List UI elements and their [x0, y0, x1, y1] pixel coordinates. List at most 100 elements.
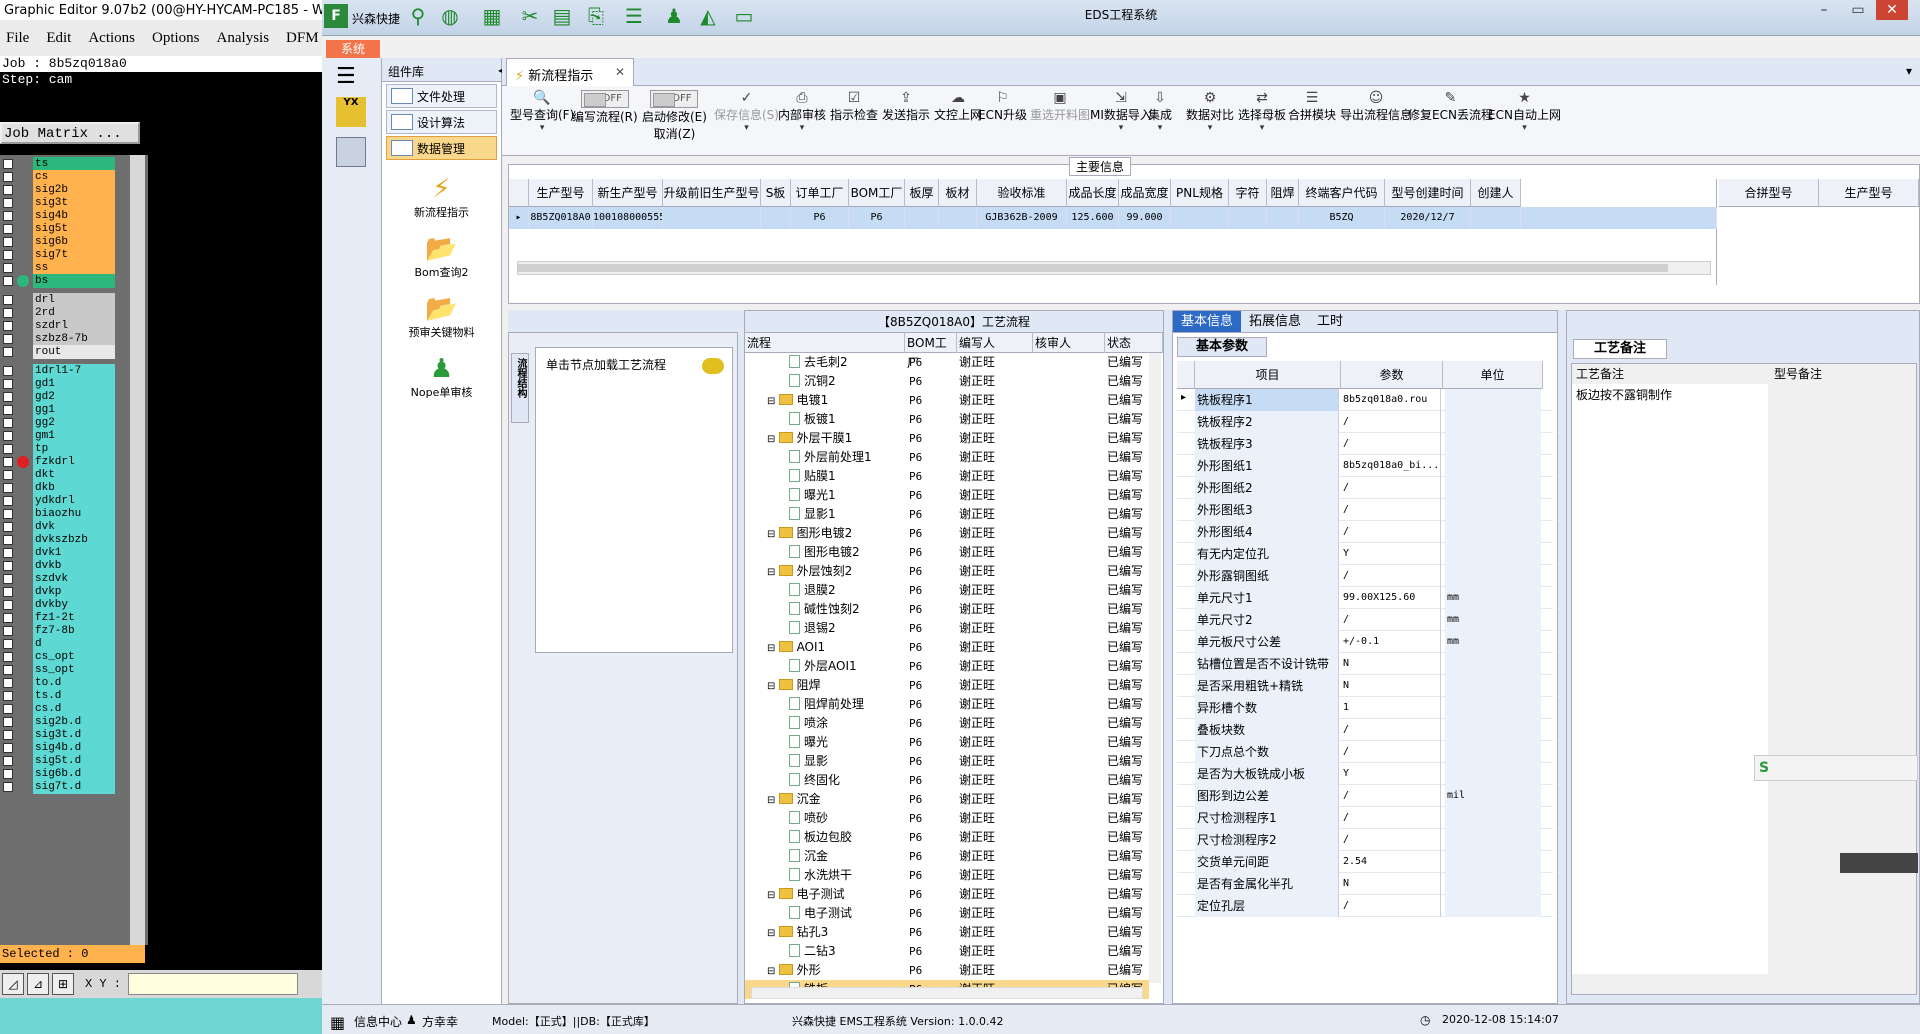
grid-cell[interactable]: 10010800055539 — [593, 207, 663, 229]
layer-row[interactable]: szdrl — [0, 319, 118, 333]
layer-name[interactable]: sig7t.d — [33, 780, 115, 794]
tree-node[interactable]: ⊟ 外层蚀刻2 — [767, 562, 852, 582]
tree-row[interactable]: 板边包胶 P6 谢正旺 已编写 — [745, 828, 1149, 847]
layer-checkbox[interactable] — [3, 444, 13, 454]
ge-layer-scrollbar[interactable] — [130, 155, 145, 945]
param-value[interactable]: Y — [1341, 763, 1441, 785]
dropdown-arrow-icon[interactable]: ▾ — [778, 123, 826, 133]
params-row[interactable]: ▸ 铣板程序1 8b5zq018a0.rou — [1177, 389, 1553, 411]
layer-row[interactable]: 1drl1-7 — [0, 364, 118, 378]
ge-menu-actions[interactable]: Actions — [88, 30, 135, 47]
merge-grid-header[interactable]: 生产型号 — [1819, 179, 1919, 207]
layer-checkbox[interactable] — [3, 717, 13, 727]
tree-node[interactable]: ⊟ 钻孔3 — [767, 923, 828, 943]
params-row[interactable]: 有无内定位孔 Y — [1177, 543, 1553, 565]
ge-grid-icon[interactable]: ⊞ — [52, 973, 74, 995]
params-row[interactable]: 是否采用粗铣+精铣 N — [1177, 675, 1553, 697]
tree-row[interactable]: ⊟ 阻焊 P6 谢正旺 已编写 — [745, 676, 1149, 695]
info-tab[interactable]: 基本信息 — [1173, 311, 1242, 332]
layer-row[interactable]: bs — [0, 274, 118, 288]
dropdown-arrow-icon[interactable]: ▾ — [510, 123, 574, 133]
layer-name[interactable]: sig3t — [33, 196, 115, 210]
tree-node[interactable]: 水洗烘干 — [789, 866, 852, 885]
layer-name[interactable]: fzkdrl — [33, 455, 115, 469]
tree-node[interactable]: 电子测试 — [789, 904, 852, 923]
flow-structure-vtab[interactable]: 流程结构 — [511, 353, 529, 423]
tree-node[interactable]: ⊟ 阻焊 — [767, 676, 821, 696]
layer-row[interactable]: ts.d — [0, 689, 118, 703]
layer-row[interactable]: dvkb — [0, 559, 118, 573]
tree-hscrollbar[interactable] — [751, 987, 1143, 999]
ribbon-button[interactable]: ✎ 修复ECN丢流程 — [1408, 90, 1493, 123]
grid-header[interactable]: S板 — [761, 179, 791, 207]
layer-checkbox[interactable] — [3, 704, 13, 714]
layer-row[interactable]: gm1 — [0, 429, 118, 443]
layer-name[interactable]: 1drl1-7 — [33, 364, 115, 378]
scroll-thumb[interactable] — [518, 264, 1668, 272]
grid-header[interactable]: 新生产型号 — [593, 179, 663, 207]
tree-row[interactable]: ⊟ 钻孔3 P6 谢正旺 已编写 — [745, 923, 1149, 942]
layer-row[interactable]: ts — [0, 157, 118, 171]
dropdown-arrow-icon[interactable]: ▾ — [714, 123, 779, 133]
grid-header[interactable]: PNL规格 — [1171, 179, 1229, 207]
params-row[interactable]: 外形图纸4/ — [1177, 521, 1553, 543]
layer-name[interactable]: dkt — [33, 468, 115, 482]
tree-row[interactable]: 碱性蚀刻2 P6 谢正旺 已编写 — [745, 600, 1149, 619]
layer-checkbox[interactable] — [3, 678, 13, 688]
layer-name[interactable]: dvkszbzb — [33, 533, 115, 547]
layer-row[interactable]: ydkdrl — [0, 494, 118, 508]
merge-grid-header[interactable]: 合拼型号 — [1719, 179, 1819, 207]
tree-row[interactable]: 沉金 P6 谢正旺 已编写 — [745, 847, 1149, 866]
layer-name[interactable]: dvk — [33, 520, 115, 534]
layer-name[interactable]: 2rd — [33, 306, 115, 320]
layer-checkbox[interactable] — [3, 769, 13, 779]
tree-column-header[interactable]: 状态 — [1105, 333, 1163, 353]
layer-row[interactable]: gd1 — [0, 377, 118, 391]
layer-row[interactable]: fz7-8b — [0, 624, 118, 638]
layer-name[interactable]: dvk1 — [33, 546, 115, 560]
param-value[interactable]: N — [1341, 873, 1441, 895]
tree-expand-icon[interactable]: ⊟ — [767, 529, 779, 540]
layer-name[interactable]: gg1 — [33, 403, 115, 417]
tree-node[interactable]: ⊟ 外层干膜1 — [767, 429, 852, 449]
tree-row[interactable]: 图形电镀2 P6 谢正旺 已编写 — [745, 543, 1149, 562]
tree-row[interactable]: ⊟ 电子测试 P6 谢正旺 已编写 — [745, 885, 1149, 904]
tree-row[interactable]: 喷涂 P6 谢正旺 已编写 — [745, 714, 1149, 733]
tree-node[interactable]: 二钻3 — [789, 942, 836, 961]
layer-name[interactable]: sig4b.d — [33, 741, 115, 755]
param-value[interactable]: 2.54 — [1341, 851, 1441, 873]
tree-expand-icon[interactable]: ⊟ — [767, 434, 779, 445]
params-row[interactable]: 图形到边公差 / mil — [1177, 785, 1553, 807]
layer-name[interactable]: cs_opt — [33, 650, 115, 664]
tree-node[interactable]: 去毛刺2 — [789, 353, 848, 372]
tree-node[interactable]: 显影 — [789, 752, 828, 771]
param-value[interactable]: Y — [1341, 543, 1441, 565]
tree-node[interactable]: 碱性蚀刻2 — [789, 600, 860, 619]
ribbon-button[interactable]: OFF 编写流程(R) — [572, 90, 638, 125]
layer-row[interactable]: rout — [0, 345, 118, 359]
layer-name[interactable]: ss — [33, 261, 115, 275]
tree-vscrollbar[interactable] — [1149, 353, 1161, 983]
layer-name[interactable]: ss_opt — [33, 663, 115, 677]
grid-header[interactable]: 板材 — [939, 179, 977, 207]
layer-row[interactable]: gd2 — [0, 390, 118, 404]
params-row[interactable]: 单元尺寸2/mm — [1177, 609, 1553, 631]
layer-checkbox[interactable] — [3, 276, 13, 286]
layer-checkbox[interactable] — [3, 470, 13, 480]
layer-name[interactable]: sig6b.d — [33, 767, 115, 781]
layer-row[interactable]: to.d — [0, 676, 118, 690]
params-row[interactable]: 尺寸检测程序1/ — [1177, 807, 1553, 829]
tree-row[interactable]: 曝光1 P6 谢正旺 已编写 — [745, 486, 1149, 505]
layer-name[interactable]: sig6b — [33, 235, 115, 249]
layer-name[interactable]: gg2 — [33, 416, 115, 430]
grid-header[interactable]: 验收标准 — [977, 179, 1067, 207]
layer-checkbox[interactable] — [3, 665, 13, 675]
layer-checkbox[interactable] — [3, 782, 13, 792]
layer-checkbox[interactable] — [3, 613, 13, 623]
tree-expand-icon[interactable]: ⊟ — [767, 966, 779, 977]
layer-checkbox[interactable] — [3, 224, 13, 234]
nav-shortcut[interactable]: ♟ Nope单审核 — [382, 354, 501, 400]
param-value[interactable]: / — [1341, 807, 1441, 829]
grid-header[interactable]: 字符 — [1229, 179, 1267, 207]
tree-node[interactable]: 阻焊前处理 — [789, 695, 864, 714]
